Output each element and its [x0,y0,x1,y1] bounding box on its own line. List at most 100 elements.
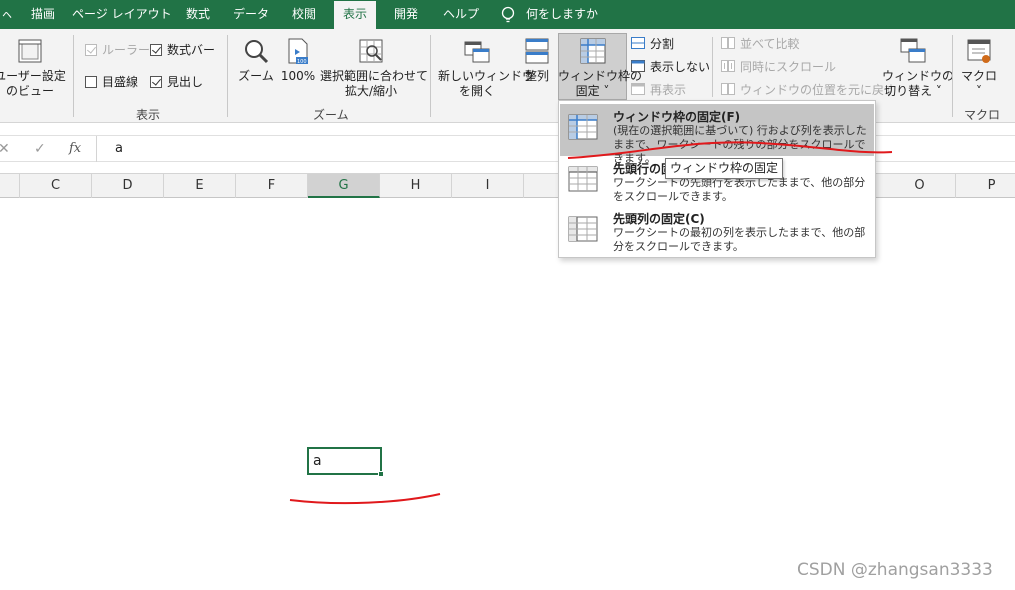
group-separator [73,35,74,117]
menu-item-freeze-panes[interactable]: ウィンドウ枠の固定(F) (現在の選択範囲に基づいて) 行および列を表示したまま… [560,104,874,165]
tab-help[interactable]: ヘルプ [436,0,486,29]
column-header-c[interactable]: C [20,174,92,198]
tab-developer[interactable]: 開発 [384,0,428,29]
column-header-d[interactable]: D [92,174,164,198]
active-cell-g[interactable]: a [307,447,384,477]
tab-review[interactable]: 校閲 [282,0,326,29]
column-header-f[interactable]: F [236,174,308,198]
tab-draw[interactable]: 描画 [22,0,64,29]
side-by-side-icon [721,37,735,49]
formula-bar-check-icon [150,44,162,56]
group-separator [712,37,713,97]
headings-check-icon [150,76,162,88]
headings-checkbox[interactable]: 見出し [150,73,203,91]
formula-input[interactable]: a [96,136,1015,162]
custom-views-label-1: ユーザー設定 [0,69,66,83]
active-cell-value: a [313,453,322,469]
split-label: 分割 [650,37,675,51]
tooltip: ウィンドウ枠の固定 [665,158,784,179]
zoom-to-selection-label-1: 選択範囲に合わせて [320,69,429,83]
macros-dropdown-arrow: ˅ [976,84,982,98]
tab-formulas[interactable]: 数式 [176,0,220,29]
group-label-macro: マクロ [964,108,1001,122]
insert-function-icon[interactable]: fx [69,141,81,156]
column-header-partial[interactable] [0,174,20,198]
ribbon-tab-bar: ㇸ 描画 ページ レイアウト 数式 データ 校閲 表示 開発 ヘルプ 何をします… [0,0,1015,29]
menu-item-freeze-first-column-desc: ワークシートの最初の列を表示したままで、他の部分をスクロールできます。 [613,226,866,253]
group-label-show: 表示 [136,108,161,122]
freeze-panes-button-content[interactable]: ウィンドウ枠の 固定 ˅ [558,37,642,99]
hide-window-label: 表示しない [650,60,711,74]
sync-scroll-button[interactable]: 同時にスクロール [721,58,836,76]
tell-me-search[interactable]: 何をしますか [526,0,598,29]
tab-home-partial[interactable]: ㇸ [0,0,14,29]
menu-item-freeze-top-row-desc: ワークシートの先頭行を表示したままで、他の部分をスクロールできます。 [613,176,866,203]
gridlines-checkbox[interactable]: 目盛線 [85,73,138,91]
column-header-g[interactable]: G [308,174,380,198]
custom-views-button[interactable]: ユーザー設定 のビュー [0,37,68,99]
column-header-p[interactable]: P [956,174,1015,198]
arrange-all-button[interactable]: 整列 [520,37,554,84]
tab-view[interactable]: 表示 [334,1,376,29]
zoom-100-label: 100% [280,69,316,83]
reset-window-position-button[interactable]: ウィンドウの位置を元に戻す [721,81,896,99]
switch-windows-label-2: 切り替え ˅ [884,84,942,98]
unhide-window-button[interactable]: 再表示 [631,81,686,99]
reset-position-icon [721,83,735,95]
sync-scroll-icon [721,60,735,72]
split-icon [631,37,645,49]
group-separator [952,35,953,117]
ruler-check-icon [85,44,97,56]
watermark: CSDN @zhangsan3333 [797,560,993,580]
group-separator [430,35,431,117]
ruler-checkbox[interactable]: ルーラー [85,41,150,59]
hide-window-icon [631,60,645,72]
macros-icon [967,39,991,63]
hide-window-button[interactable]: 表示しない [631,58,710,76]
headings-label: 見出し [167,75,204,89]
freeze-panes-label-2: 固定 ˅ [575,84,610,98]
fill-handle[interactable] [378,471,384,477]
freeze-panes-icon [568,114,598,140]
svg-text:100: 100 [297,59,307,65]
zoom-to-selection-label-2: 拡大/縮小 [344,84,398,98]
zoom-to-selection-button[interactable]: 選択範囲に合わせて 拡大/縮小 [320,37,428,99]
zoom-button[interactable]: ズーム [236,37,276,84]
freeze-panes-menu: ウィンドウ枠の固定(F) (現在の選択範囲に基づいて) 行および列を表示したまま… [558,100,876,258]
zoom-100-icon: 100 [288,38,308,65]
formula-bar-label: 数式バー [167,43,216,57]
column-header-i[interactable]: I [452,174,524,198]
menu-item-freeze-first-column-title: 先頭列の固定(C) [613,212,705,226]
column-header-o[interactable]: O [884,174,956,198]
column-header-e[interactable]: E [164,174,236,198]
gridlines-label: 目盛線 [102,75,139,89]
macros-button[interactable]: マクロ ˅ [958,37,1000,99]
tab-data[interactable]: データ [226,0,276,29]
freeze-top-row-icon [568,166,598,192]
column-header-h[interactable]: H [380,174,452,198]
menu-item-freeze-first-column[interactable]: 先頭列の固定(C) ワークシートの最初の列を表示したままで、他の部分をスクロール… [560,206,874,258]
macros-label: マクロ [960,69,997,83]
freeze-panes-icon [580,38,605,64]
ruler-label: ルーラー [102,43,151,57]
unhide-window-label: 再表示 [650,83,687,97]
cancel-entry-icon[interactable]: ✕ [0,141,10,157]
group-separator [227,35,228,117]
confirm-entry-icon[interactable]: ✓ [34,141,46,157]
view-side-by-side-button[interactable]: 並べて比較 [721,35,800,53]
custom-views-label-2: のビュー [5,84,54,98]
split-button[interactable]: 分割 [631,35,674,53]
unhide-window-icon [631,83,645,95]
switch-windows-label-1: ウィンドウの [882,69,955,83]
zoom-100-button[interactable]: 100 100% [280,37,316,84]
column-header-hidden[interactable] [524,174,560,198]
reset-window-position-label: ウィンドウの位置を元に戻す [740,83,897,97]
new-window-button[interactable]: 新しいウィンドウ を開く [438,37,534,99]
tab-page-layout[interactable]: ページ レイアウト [72,0,172,29]
magnifier-icon [245,40,269,64]
switch-windows-button[interactable]: ウィンドウの 切り替え ˅ [882,37,954,99]
gridlines-check-icon [85,76,97,88]
annotation-underline-cell [289,493,441,505]
sync-scroll-label: 同時にスクロール [740,60,837,74]
formula-bar-checkbox[interactable]: 数式バー [150,41,215,59]
